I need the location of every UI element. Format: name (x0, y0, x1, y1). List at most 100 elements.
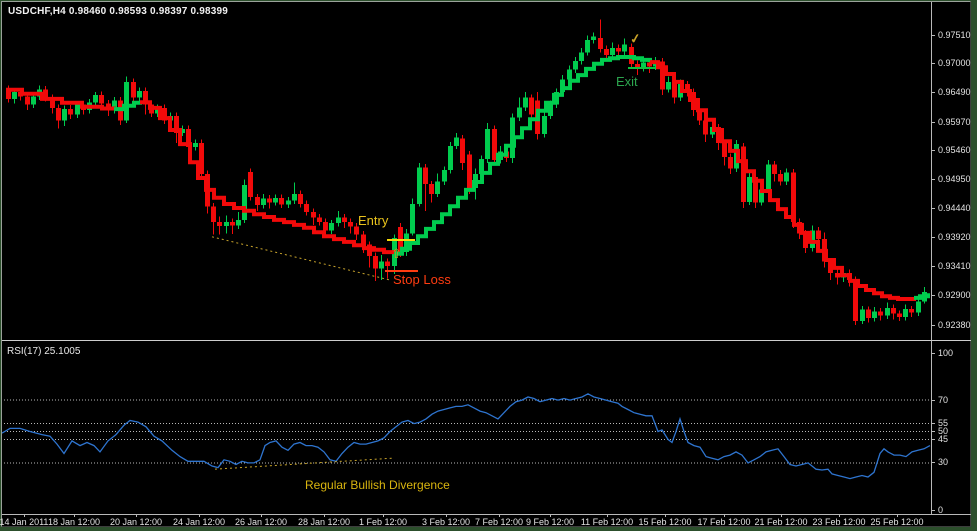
checkmark-icon[interactable]: ✓ (629, 30, 642, 47)
candle-body (217, 222, 222, 227)
candle-body (68, 109, 73, 115)
candle-body (348, 222, 353, 227)
candle-body (784, 172, 789, 182)
candle-body (304, 204, 309, 212)
exit-label[interactable]: Exit (616, 74, 638, 89)
price-axis-label: 0.94440 (938, 203, 971, 213)
candle-body (703, 120, 708, 135)
time-axis-label: 28 Jan 12:00 (297, 517, 351, 527)
symbol-ohlc-readout: USDCHF,H4 0.98460 0.98593 0.98397 0.9839… (8, 6, 229, 17)
candle-body (329, 223, 334, 231)
candle-body (891, 308, 896, 314)
price-axis-label: 0.94950 (938, 174, 971, 184)
candle-body (598, 37, 603, 50)
time-axis-label: 9 Feb 12:00 (525, 517, 575, 527)
price-axis-label: 0.95970 (938, 117, 971, 127)
candle-body (835, 272, 840, 278)
price-tick (931, 122, 935, 123)
candle-body (517, 107, 522, 118)
candle-body (410, 204, 415, 234)
price-tick (931, 325, 935, 326)
candle-body (916, 301, 921, 313)
candle-body (622, 44, 627, 52)
candle-body (747, 176, 752, 202)
pane-splitter[interactable] (2, 340, 971, 341)
price-tick (931, 208, 935, 209)
rsi-tick (931, 462, 935, 463)
time-axis-label: 26 Jan 12:00 (234, 517, 288, 527)
candle-body (791, 172, 796, 223)
rsi-axis-label: 0 (938, 505, 944, 515)
time-axis-border (2, 514, 971, 515)
candle-body (379, 261, 384, 269)
candle-body (429, 184, 434, 194)
candle-body (585, 40, 590, 53)
chart-canvas[interactable] (2, 2, 971, 514)
candle-body (423, 167, 428, 185)
candle-body (336, 217, 341, 224)
rsi-indicator-label: RSI(17) 25.1005 (7, 346, 81, 357)
stop-loss-price-line[interactable] (385, 270, 418, 272)
exit-price-line[interactable] (628, 67, 655, 69)
candle-body (31, 96, 36, 105)
price-axis-label: 0.93920 (938, 232, 971, 242)
entry-label[interactable]: Entry (358, 213, 388, 228)
price-tick (931, 179, 935, 180)
candle-body (93, 94, 98, 103)
candle-body (454, 137, 459, 146)
candle-body (242, 184, 247, 220)
candle-body (778, 174, 783, 182)
buy-arrow-icon[interactable]: ⇧ (391, 246, 402, 262)
candle-body (548, 104, 553, 116)
candle-body (467, 154, 472, 189)
candle-body (816, 230, 821, 240)
candle-body (211, 206, 216, 223)
time-axis-label: 15 Feb 12:00 (638, 517, 692, 527)
price-tick (931, 266, 935, 267)
candle-body (279, 197, 284, 205)
time-axis-label: 17 Feb 12:00 (697, 517, 751, 527)
candle-body (417, 167, 422, 205)
candle-body (903, 309, 908, 318)
chart-window: USDCHF,H4 0.98460 0.98593 0.98397 0.9839… (0, 1, 971, 527)
candle-body (897, 313, 902, 318)
rsi-tick (931, 423, 935, 424)
candle-body (616, 48, 621, 52)
candle-body (25, 96, 30, 105)
candle-body (610, 48, 615, 55)
candles-layer (6, 19, 927, 325)
candle-body (860, 309, 865, 322)
candle-body (385, 261, 390, 267)
time-axis-label: 11 Feb 12:00 (580, 517, 634, 527)
price-axis-label: 0.97510 (938, 30, 971, 40)
candle-body (591, 36, 596, 41)
candle-body (872, 311, 877, 319)
candle-body (56, 107, 61, 121)
price-axis-label: 0.95460 (938, 145, 971, 155)
candle-body (286, 200, 291, 205)
candle-body (248, 171, 253, 198)
rsi-line (2, 393, 931, 480)
candle-body (722, 142, 727, 158)
stop-loss-label[interactable]: Stop Loss (393, 272, 451, 287)
candle-body (485, 128, 490, 159)
candle-body (62, 109, 67, 121)
candle-body (542, 115, 547, 134)
bullish-divergence-label[interactable]: Regular Bullish Divergence (305, 478, 450, 492)
divergence-trendline-rsi (214, 457, 393, 470)
candle-body (766, 164, 771, 190)
candle-body (435, 181, 440, 194)
price-tick (931, 35, 935, 36)
candle-body (878, 311, 883, 316)
candle-body (523, 97, 528, 108)
time-axis-label: 25 Feb 12:00 (870, 517, 924, 527)
candle-body (567, 69, 572, 80)
candle-body (373, 256, 378, 269)
candle-body (579, 52, 584, 62)
entry-price-line[interactable] (387, 239, 415, 241)
price-tick (931, 237, 935, 238)
candle-body (885, 308, 890, 316)
candle-body (12, 92, 17, 99)
price-axis-label: 0.96490 (938, 87, 971, 97)
candle-body (230, 222, 235, 226)
